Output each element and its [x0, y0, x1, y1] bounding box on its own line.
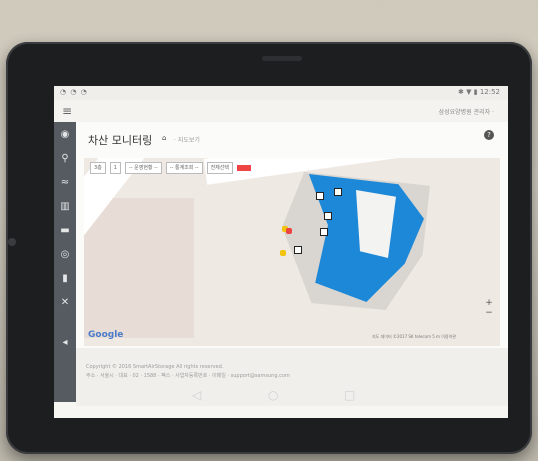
network-icon[interactable]: ⚲	[58, 152, 72, 166]
main-content: 차산 모니터링 ⌂ · 지도보기 ? 3층 1 -- 운영현황 -- -- 통계…	[76, 122, 508, 348]
page-title: 차산 모니터링	[88, 134, 153, 147]
menu-icon[interactable]: ≡	[62, 104, 72, 118]
device-marker[interactable]	[324, 212, 332, 220]
briefcase-icon[interactable]: ▬	[58, 224, 72, 238]
select-all[interactable]: 전체선택	[206, 162, 233, 174]
eye-icon[interactable]: ◎	[58, 248, 72, 262]
alert-tag	[236, 165, 251, 171]
map-view[interactable]: 3층 1 -- 운영현황 -- -- 통계조회 -- 전체선택 Google 지…	[84, 158, 500, 346]
floor-select[interactable]: 3층	[90, 162, 106, 174]
breadcrumb[interactable]: · 지도보기	[174, 135, 200, 144]
side-rail: ◉ ⚲ ≈ ▥ ▬ ◎ ▮ ✕ ◂	[54, 122, 76, 402]
recent-apps-button[interactable]: □	[344, 388, 355, 402]
zoom-controls: + −	[484, 298, 494, 318]
tablet-screen: ◔ ◔ ◔ ✱ ▼ ▮ 12:52 ≡ 삼성요양병원 관리자 · ◉ ⚲ ≈ ▥…	[54, 86, 508, 418]
status-left-icons: ◔ ◔ ◔	[60, 88, 88, 96]
level-select[interactable]: 1	[109, 162, 121, 174]
device-marker[interactable]	[316, 192, 324, 200]
rss-icon[interactable]: ≈	[58, 176, 72, 190]
status-right: ✱ ▼ ▮ 12:52	[458, 88, 500, 96]
status-select[interactable]: -- 운영현황 --	[124, 162, 162, 174]
device-marker[interactable]	[320, 228, 328, 236]
status-icons: ✱ ▼ ▮	[458, 88, 478, 96]
back-button[interactable]: ◁	[192, 388, 201, 402]
map-icon[interactable]: ▥	[58, 200, 72, 214]
stats-select[interactable]: -- 통계조회 --	[165, 162, 203, 174]
collapse-icon[interactable]: ◂	[58, 336, 72, 350]
zoom-in-button[interactable]: +	[484, 298, 494, 308]
device-marker[interactable]	[294, 246, 302, 254]
app-top-bar: ≡ 삼성요양병원 관리자 ·	[54, 100, 508, 122]
home-button[interactable]: ○	[268, 388, 278, 402]
tools-icon[interactable]: ✕	[58, 296, 72, 310]
home-icon[interactable]: ⌂	[162, 134, 166, 142]
dashboard-icon[interactable]: ◉	[58, 128, 72, 142]
map-area-park	[84, 198, 194, 338]
bar-chart-icon[interactable]: ▮	[58, 272, 72, 286]
status-time: 12:52	[479, 88, 500, 96]
map-attribution: 지도 데이터 ©2017 SK telecom 5 m 이용약관	[372, 334, 456, 339]
poi-marker[interactable]	[286, 228, 292, 234]
google-logo: Google	[88, 330, 124, 340]
tablet-side-button[interactable]	[8, 238, 16, 246]
user-menu[interactable]: 삼성요양병원 관리자 ·	[439, 107, 494, 116]
company-info: 주소 · 서울시 · 대표 · 02 · 1588 · 팩스 · 사업자등록번호…	[86, 373, 290, 379]
device-marker[interactable]	[334, 188, 342, 196]
status-bar: ◔ ◔ ◔ ✱ ▼ ▮ 12:52	[54, 86, 508, 100]
zoom-out-button[interactable]: −	[484, 308, 494, 318]
help-icon[interactable]: ?	[484, 130, 494, 140]
filter-bar: 3층 1 -- 운영현황 -- -- 통계조회 -- 전체선택	[90, 162, 251, 174]
android-nav-bar: ◁ ○ □	[54, 388, 508, 408]
poi-marker[interactable]	[280, 250, 286, 256]
tablet-speaker	[262, 56, 302, 61]
copyright-text: Copyright © 2016 SmartAirStorage All rig…	[86, 364, 224, 370]
